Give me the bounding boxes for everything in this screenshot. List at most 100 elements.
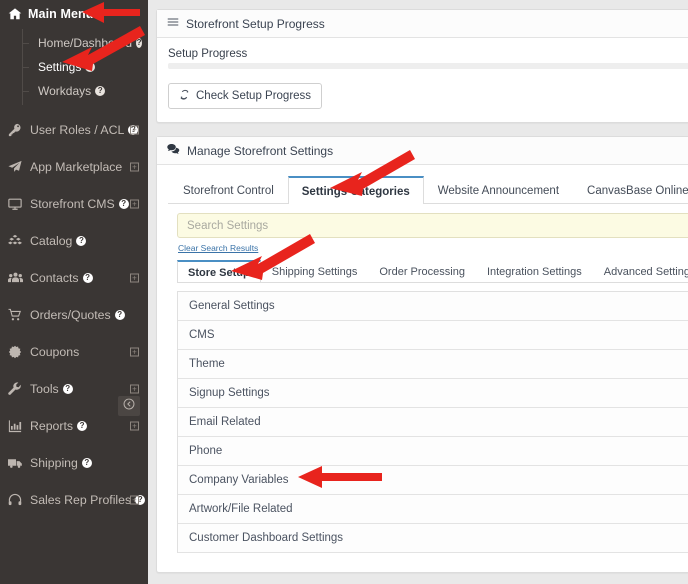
tab-label: Storefront Control — [183, 185, 274, 197]
list-item-label: Email Related — [189, 416, 261, 428]
sidebar-submenu: Home/Dashboard ? Settings ? Workdays ? — [0, 27, 148, 111]
sidebar-item-workdays[interactable]: Workdays ? — [0, 79, 148, 103]
manage-settings-header: Manage Storefront Settings — [157, 137, 688, 165]
setup-progress-panel: Storefront Setup Progress Setup Progress… — [156, 9, 688, 123]
sidebar: Main Menu Home/Dashboard ? Settings ? Wo… — [0, 0, 148, 584]
check-setup-progress-button[interactable]: Check Setup Progress — [168, 83, 322, 109]
help-icon[interactable]: ? — [119, 199, 129, 209]
expand-icon[interactable]: + — [130, 125, 139, 134]
settings-subtabs: Store Setup Shipping Settings Order Proc… — [177, 259, 688, 283]
expand-icon[interactable]: + — [130, 421, 139, 430]
list-item-label: Customer Dashboard Settings — [189, 532, 343, 544]
setup-progress-label: Setup Progress — [168, 48, 688, 60]
list-item[interactable]: Phone — [178, 437, 688, 466]
main-content: Storefront Setup Progress Setup Progress… — [148, 0, 688, 584]
subtab-order-processing[interactable]: Order Processing — [368, 260, 476, 283]
sidebar-main-menu[interactable]: Main Menu — [0, 0, 148, 27]
sidebar-item-home-dashboard[interactable]: Home/Dashboard ? — [0, 31, 148, 55]
certificate-icon — [8, 345, 30, 359]
help-icon[interactable]: ? — [63, 384, 73, 394]
list-item[interactable]: Artwork/File Related — [178, 495, 688, 524]
list-item[interactable]: Signup Settings — [178, 379, 688, 408]
help-icon[interactable]: ? — [136, 38, 142, 48]
list-item-label: General Settings — [189, 300, 275, 312]
search-settings-input[interactable]: Search Settings — [177, 213, 688, 238]
sidebar-item-label: Shipping — [30, 456, 78, 470]
desktop-icon — [8, 197, 30, 211]
sidebar-item-label: App Marketplace — [30, 160, 122, 174]
sidebar-item-label: Contacts — [30, 271, 79, 285]
subtab-label: Order Processing — [379, 266, 465, 278]
subtab-label: Integration Settings — [487, 266, 582, 278]
sidebar-item-label: User Roles / ACL — [30, 123, 124, 137]
sidebar-item-shipping[interactable]: Shipping? — [0, 444, 148, 481]
list-item[interactable]: CMS — [178, 321, 688, 350]
help-icon[interactable]: ? — [76, 236, 86, 246]
list-item[interactable]: Customer Dashboard Settings — [178, 524, 688, 553]
subtab-integration-settings[interactable]: Integration Settings — [476, 260, 593, 283]
list-item[interactable]: Company Variables — [178, 466, 688, 495]
list-item[interactable]: Theme — [178, 350, 688, 379]
sidebar-item-storefront-cms[interactable]: Storefront CMS? + — [0, 185, 148, 222]
list-item[interactable]: General Settings — [178, 292, 688, 321]
sidebar-item-orders-quotes[interactable]: Orders/Quotes? — [0, 296, 148, 333]
sidebar-item-label: Reports — [30, 419, 73, 433]
sidebar-main-menu-label: Main Menu — [28, 7, 93, 21]
tab-settings-categories[interactable]: Settings Categories — [288, 176, 424, 204]
list-item-label: Theme — [189, 358, 225, 370]
sidebar-item-label: Orders/Quotes — [30, 308, 111, 322]
tab-website-announcement[interactable]: Website Announcement — [424, 176, 573, 204]
sidebar-item-label: Storefront CMS — [30, 197, 115, 211]
expand-icon[interactable]: + — [130, 384, 139, 393]
list-item-label: Artwork/File Related — [189, 503, 293, 515]
sidebar-item-settings[interactable]: Settings ? — [0, 55, 148, 79]
list-item-label: Company Variables — [189, 474, 289, 486]
sidebar-item-user-roles-acl[interactable]: User Roles / ACL? + — [0, 111, 148, 148]
sidebar-collapse-button[interactable] — [118, 396, 140, 416]
sidebar-item-label: Catalog — [30, 234, 72, 248]
sidebar-item-label: Sales Rep Profiles — [30, 493, 131, 507]
chevron-left-circle-icon — [123, 397, 135, 415]
help-icon[interactable]: ? — [77, 421, 87, 431]
setup-progress-header: Storefront Setup Progress — [157, 10, 688, 38]
sidebar-item-contacts[interactable]: Contacts? + — [0, 259, 148, 296]
bar-chart-icon — [8, 419, 30, 433]
help-icon[interactable]: ? — [115, 310, 125, 320]
sidebar-item-sales-rep-profiles[interactable]: Sales Rep Profiles? + — [0, 481, 148, 518]
expand-icon[interactable]: + — [130, 162, 139, 171]
settings-list: General Settings CMS Theme Signup Settin… — [177, 291, 688, 553]
paper-plane-icon — [8, 160, 30, 174]
clear-search-results-link[interactable]: Clear Search Results — [178, 243, 258, 253]
comments-icon — [167, 143, 180, 158]
list-item[interactable]: Email Related — [178, 408, 688, 437]
help-icon[interactable]: ? — [85, 62, 95, 72]
sidebar-item-coupons[interactable]: Coupons + — [0, 333, 148, 370]
home-icon — [8, 7, 28, 21]
truck-icon — [8, 456, 30, 470]
settings-categories-panel: Search Settings Clear Search Results Sto… — [168, 204, 688, 553]
headphones-icon — [8, 493, 30, 507]
hamburger-icon[interactable] — [167, 16, 179, 31]
sidebar-item-catalog[interactable]: Catalog? — [0, 222, 148, 259]
app-root: Main Menu Home/Dashboard ? Settings ? Wo… — [0, 0, 688, 584]
wrench-icon — [8, 382, 30, 396]
expand-icon[interactable]: + — [130, 495, 139, 504]
subtab-advanced-settings[interactable]: Advanced Settings — [593, 260, 688, 283]
sidebar-item-app-marketplace[interactable]: App Marketplace + — [0, 148, 148, 185]
tab-storefront-control[interactable]: Storefront Control — [169, 176, 288, 204]
help-icon[interactable]: ? — [83, 273, 93, 283]
sidebar-subitem-label: Workdays — [38, 84, 91, 98]
tab-label: Website Announcement — [438, 185, 559, 197]
help-icon[interactable]: ? — [82, 458, 92, 468]
list-item-label: Phone — [189, 445, 222, 457]
tab-canvasbase-online-designer[interactable]: CanvasBase Online Designer — [573, 176, 688, 204]
expand-icon[interactable]: + — [130, 199, 139, 208]
subtab-store-setup[interactable]: Store Setup — [177, 260, 261, 283]
cubes-icon — [8, 234, 30, 248]
help-icon[interactable]: ? — [95, 86, 105, 96]
subtab-shipping-settings[interactable]: Shipping Settings — [261, 260, 369, 283]
expand-icon[interactable]: + — [130, 273, 139, 282]
sidebar-subitem-label: Settings — [38, 60, 81, 74]
key-icon — [8, 123, 30, 137]
expand-icon[interactable]: + — [130, 347, 139, 356]
